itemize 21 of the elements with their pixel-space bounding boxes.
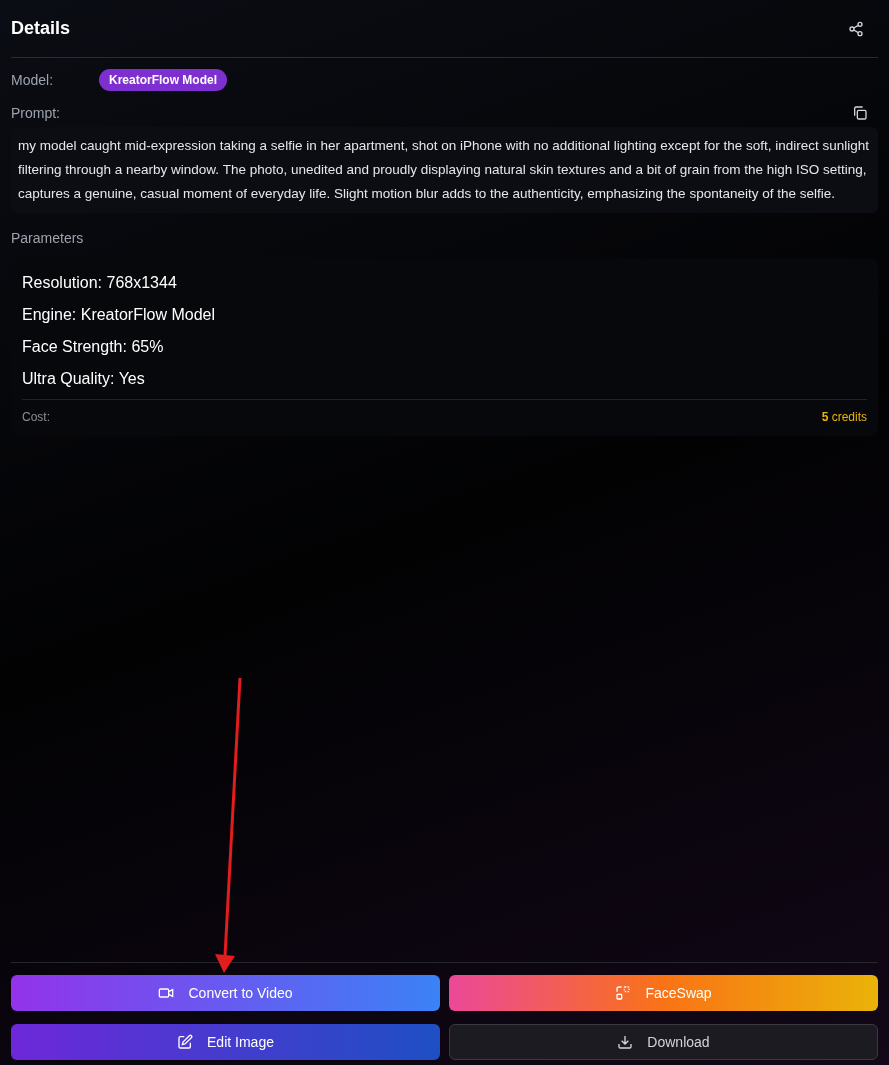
panel-title: Details — [11, 17, 71, 40]
video-camera-icon — [158, 985, 175, 1001]
parameter-text: Face Strength: 65% — [22, 337, 165, 357]
field-label: Prompt: — [11, 103, 60, 123]
download-button[interactable]: Download — [449, 1024, 878, 1060]
convert-video-button[interactable]: Convert to Video — [11, 975, 440, 1011]
model-badge: KreatorFlow Model — [99, 69, 227, 91]
prompt-text: my model caught mid-expression taking a selfie in her apartment, shot on iPhone with no additional lighting except for the soft, indirect sunlight filtering through a nearby window. The photo, unedited and proudly displaying natural skin textures and a bit of grain from the high ISO setting, captures a genuine, casual moment of everyday life. Slight motion blur adds to the authenticity, emphasizing the spontaneity of the selfie. — [11, 127, 878, 213]
cost-value: 5 credits — [821, 409, 867, 426]
swap-icon — [615, 985, 632, 1001]
download-icon — [617, 1034, 634, 1050]
edit-image-button[interactable]: Edit Image — [11, 1024, 440, 1060]
parameter-text: Engine: KreatorFlow Model — [22, 305, 216, 325]
cost-label: Cost: — [22, 409, 50, 426]
section-label: Parameters — [11, 229, 85, 248]
share-icon[interactable] — [848, 20, 864, 37]
field-label: Model: — [11, 70, 55, 90]
parameter-text: Ultra Quality: Yes — [22, 369, 146, 389]
copy-icon[interactable] — [852, 105, 868, 121]
edit-icon — [177, 1034, 194, 1050]
parameter-text: Resolution: 768x1344 — [22, 273, 178, 293]
